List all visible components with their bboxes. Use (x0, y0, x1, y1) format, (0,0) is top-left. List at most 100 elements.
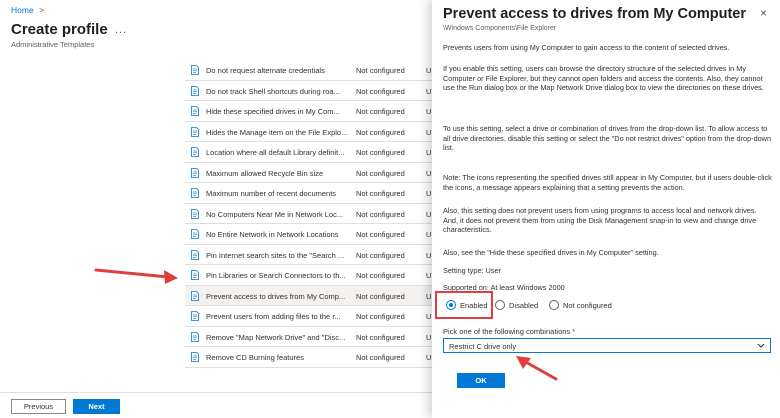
table-row[interactable]: Prevent users from adding files to the r… (185, 306, 432, 327)
setting-scope: U (426, 291, 432, 301)
document-icon (191, 352, 199, 362)
more-icon[interactable]: ... (115, 24, 127, 36)
enabled-label[interactable]: Enabled (460, 301, 488, 310)
table-row[interactable]: Location where all default Library defin… (185, 142, 432, 163)
setting-state: Not configured (356, 127, 405, 137)
chevron-down-icon (757, 343, 765, 348)
setting-scope: U (426, 66, 432, 75)
setting-scope: U (426, 148, 432, 157)
setting-state: Not configured (356, 189, 405, 198)
disabled-label[interactable]: Disabled (509, 301, 538, 310)
breadcrumb-home[interactable]: Home (11, 5, 34, 15)
setting-state: Not configured (356, 107, 405, 116)
setting-name[interactable]: Remove CD Burning features (206, 353, 351, 362)
setting-type: Setting type: User (443, 266, 501, 275)
document-icon (191, 65, 199, 75)
document-icon (191, 229, 199, 239)
drive-combination-label-text: Pick one of the following combinations (443, 327, 571, 336)
setting-name[interactable]: Maximum allowed Recycle Bin size (206, 169, 351, 178)
drive-combination-label: Pick one of the following combinations * (443, 327, 575, 336)
document-icon (191, 85, 199, 96)
close-icon[interactable]: × (760, 6, 767, 20)
description-paragraph: Prevents users from using My Computer to… (443, 43, 730, 52)
document-icon (191, 188, 199, 198)
annotation-arrow-up (516, 356, 558, 381)
table-row[interactable]: Pin Internet search sites to the "Search… (185, 245, 432, 265)
settings-table: Do not request alternate credentials Not … (185, 60, 432, 368)
table-row[interactable]: Maximum number of recent documents Not co… (185, 183, 432, 204)
document-icon (191, 208, 199, 219)
setting-name[interactable]: Hide these specified drives in My Com... (206, 107, 351, 116)
setting-detail-panel: Prevent access to drives from My Compute… (432, 0, 780, 418)
required-marker: * (572, 327, 576, 336)
table-row[interactable]: Remove "Map Network Drive" and "Disc... N… (185, 327, 432, 347)
document-icon (191, 311, 199, 321)
setting-name[interactable]: Do not request alternate credentials (206, 66, 351, 75)
setting-state: Not configured (356, 332, 405, 342)
table-row[interactable]: Remove CD Burning features Not configured… (185, 347, 432, 368)
setting-scope: U (426, 332, 432, 342)
not-configured-label[interactable]: Not configured (563, 301, 612, 310)
setting-scope: U (426, 86, 432, 96)
description-paragraph: To use this setting, select a drive or c… (443, 124, 772, 153)
document-icon (191, 106, 199, 116)
table-row[interactable]: Do not track Shell shortcuts during roa.… (185, 81, 432, 101)
setting-state: Not configured (356, 209, 405, 219)
table-row[interactable]: No Entire Network in Network Locations No… (185, 224, 432, 245)
setting-name[interactable]: Maximum number of recent documents (206, 189, 351, 198)
description-paragraph: Note: The icons representing the specifi… (443, 173, 772, 192)
setting-name[interactable]: Hides the Manage item on the File Explo.… (206, 128, 351, 137)
table-row[interactable]: No Computers Near Me in Network Loc... No… (185, 204, 432, 224)
setting-scope: U (426, 127, 432, 137)
setting-name[interactable]: No Computers Near Me in Network Loc... (206, 210, 351, 219)
setting-state: Not configured (356, 168, 405, 178)
next-button[interactable]: Next (73, 399, 120, 414)
ok-button[interactable]: OK (457, 373, 505, 388)
document-icon (191, 249, 199, 260)
table-row[interactable]: Pin Libraries or Search Connectors to th… (185, 265, 432, 286)
setting-state: Not configured (356, 291, 405, 301)
document-icon (191, 290, 199, 301)
state-radio-group: Enabled Disabled Not configured (443, 295, 673, 317)
drive-combination-select[interactable]: Restrict C drive only (443, 338, 771, 353)
setting-name[interactable]: Prevent users from adding files to the r… (206, 312, 351, 321)
setting-state: Not configured (356, 86, 405, 96)
annotation-arrow-left (94, 268, 178, 284)
disabled-radio[interactable] (495, 300, 505, 310)
setting-name[interactable]: Location where all default Library defin… (206, 148, 351, 157)
breadcrumb[interactable]: Home > (11, 5, 44, 15)
setting-name[interactable]: Pin Internet search sites to the "Search… (206, 251, 351, 260)
setting-state: Not configured (356, 148, 405, 157)
setting-state: Not configured (356, 230, 405, 239)
table-row[interactable]: Do not request alternate credentials Not … (185, 60, 432, 81)
setting-name[interactable]: Remove "Map Network Drive" and "Disc... (206, 333, 351, 342)
breadcrumb-separator: > (39, 5, 45, 15)
footer-divider (0, 392, 432, 393)
setting-state: Not configured (356, 271, 405, 280)
setting-scope: U (426, 107, 432, 116)
setting-state: Not configured (356, 312, 405, 321)
document-icon (191, 167, 199, 178)
previous-button[interactable]: Previous (11, 399, 66, 414)
document-icon (191, 331, 199, 342)
setting-scope: U (426, 168, 432, 178)
table-row[interactable]: Hides the Manage item on the File Explo.… (185, 122, 432, 142)
page: Home > Create profile ... Administrative… (0, 0, 780, 418)
setting-scope: U (426, 209, 432, 219)
setting-name[interactable]: Do not track Shell shortcuts during roa.… (206, 87, 351, 96)
document-icon (191, 126, 199, 137)
table-row[interactable]: Hide these specified drives in My Com...… (185, 101, 432, 122)
enabled-radio[interactable] (446, 300, 456, 310)
setting-name[interactable]: No Entire Network in Network Locations (206, 230, 351, 239)
page-subtitle: Administrative Templates (11, 40, 95, 49)
setting-scope: U (426, 230, 432, 239)
description-paragraph: Also, see the "Hide these specified driv… (443, 248, 659, 257)
not-configured-radio[interactable] (549, 300, 559, 310)
document-icon (191, 270, 199, 280)
setting-name[interactable]: Prevent access to drives from My Comp... (206, 292, 351, 301)
table-row[interactable]: Maximum allowed Recycle Bin size Not conf… (185, 163, 432, 183)
setting-name[interactable]: Pin Libraries or Search Connectors to th… (206, 271, 351, 280)
table-row[interactable]: Prevent access to drives from My Comp...… (185, 285, 432, 306)
setting-scope: U (426, 312, 432, 321)
setting-scope: U (426, 250, 432, 260)
